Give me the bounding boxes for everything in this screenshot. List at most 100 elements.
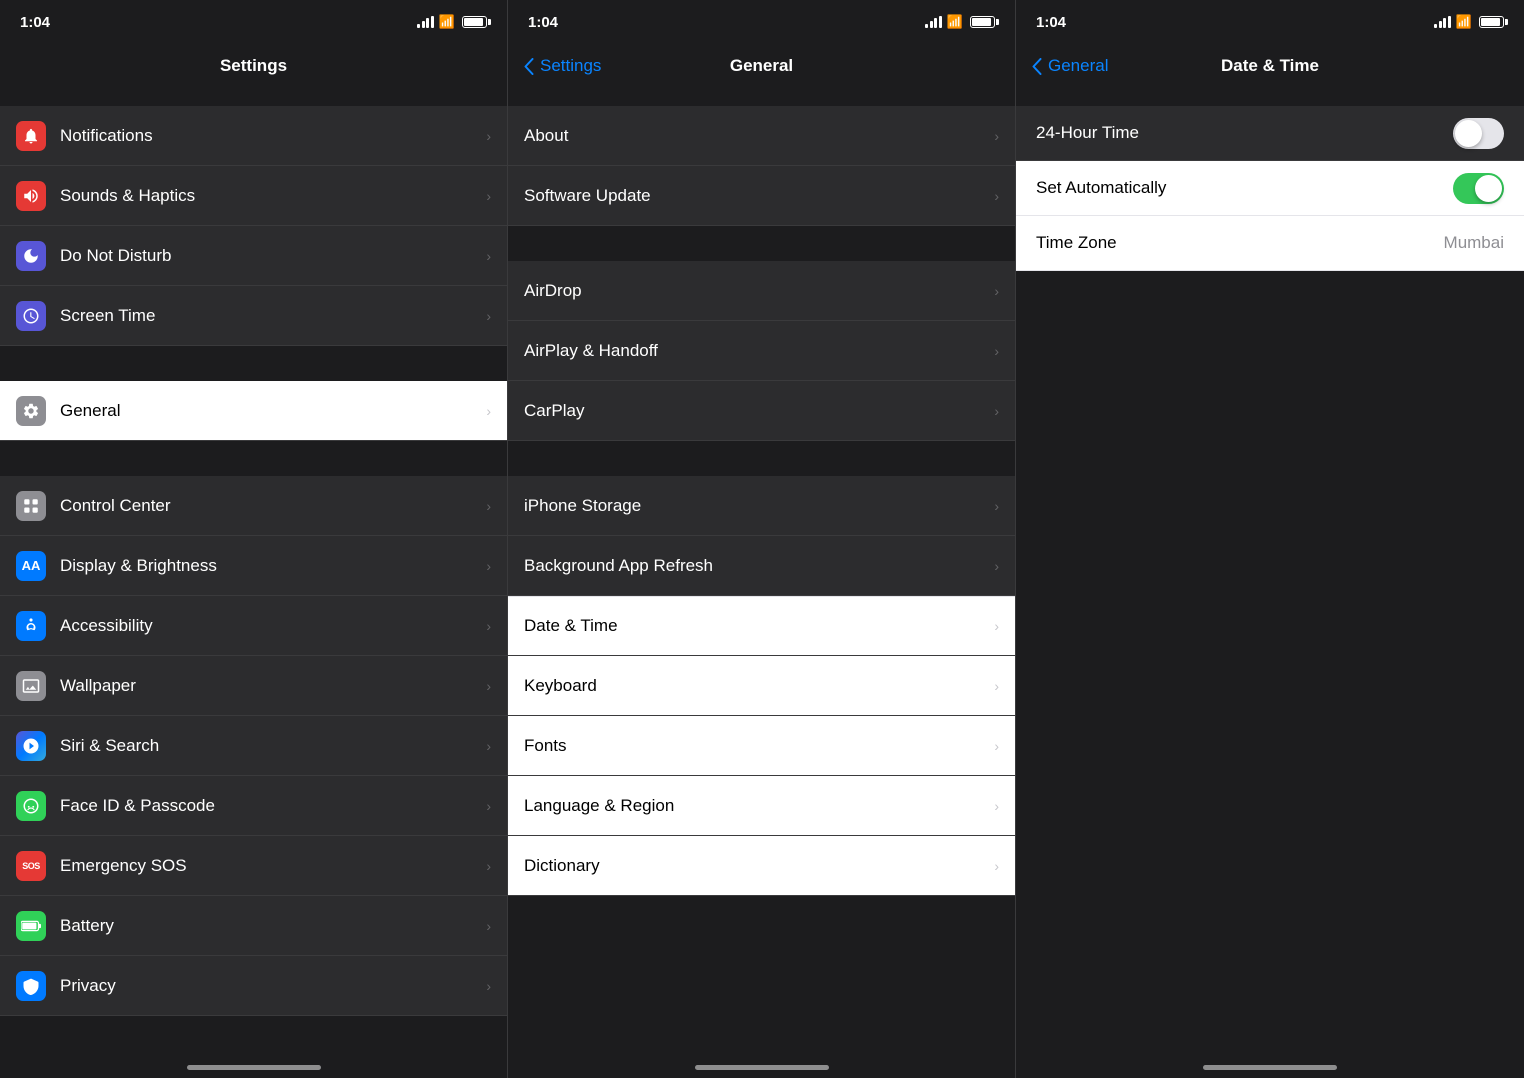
row-language[interactable]: Language & Region › [508,776,1015,836]
home-indicator-3 [1016,1044,1524,1078]
toggle-knob-setautomatically [1475,175,1502,202]
section-group-1: Notifications › Sounds & Haptics › Do No… [0,106,507,346]
row-wallpaper[interactable]: Wallpaper › [0,656,507,716]
screentime-icon [16,301,46,331]
chevron-fonts: › [994,738,999,754]
row-dictionary[interactable]: Dictionary › [508,836,1015,896]
row-label-siri: Siri & Search [60,736,486,756]
gen-section-2: AirDrop › AirPlay & Handoff › CarPlay › [508,261,1015,441]
row-privacy[interactable]: Privacy › [0,956,507,1016]
row-keyboard[interactable]: Keyboard › [508,656,1015,716]
status-icons-1: 📶 [417,14,487,30]
panel-settings: 1:04 📶 Settings Notificati [0,0,508,1078]
row-label-sounds: Sounds & Haptics [60,186,486,206]
row-notifications[interactable]: Notifications › [0,106,507,166]
chevron-privacy: › [486,978,491,994]
general-list: About › Software Update › AirDrop › AirP… [508,88,1015,1044]
row-battery[interactable]: Battery › [0,896,507,956]
row-datetime[interactable]: Date & Time › [508,596,1015,656]
row-airdrop[interactable]: AirDrop › [508,261,1015,321]
row-controlcenter[interactable]: Control Center › [0,476,507,536]
row-iphonestorage[interactable]: iPhone Storage › [508,476,1015,536]
notifications-icon [16,121,46,151]
row-timezone[interactable]: Time Zone Mumbai [1016,216,1524,271]
chevron-sounds: › [486,188,491,204]
row-about[interactable]: About › [508,106,1015,166]
battery-icon-1 [462,16,487,28]
wifi-icon-2: 📶 [947,14,963,30]
status-icons-3: 📶 [1434,14,1504,30]
row-emergencysos[interactable]: SOS Emergency SOS › [0,836,507,896]
row-setautomatically: Set Automatically [1016,161,1524,216]
row-label-wallpaper: Wallpaper [60,676,486,696]
chevron-siri: › [486,738,491,754]
wifi-icon-1: 📶 [439,14,455,30]
row-siri[interactable]: Siri & Search › [0,716,507,776]
nav-title-general: General [730,56,793,76]
row-label-airdrop: AirDrop [524,281,994,301]
row-label-notifications: Notifications [60,126,486,146]
value-timezone: Mumbai [1444,233,1504,253]
separator-2 [0,441,507,476]
back-button-general[interactable]: Settings [524,56,601,76]
row-label-softwareupdate: Software Update [524,186,994,206]
separator-top [0,88,507,106]
privacy-icon [16,971,46,1001]
row-label-language: Language & Region [524,796,994,816]
gen-section-3: iPhone Storage › Background App Refresh … [508,476,1015,596]
datetime-white-section: Set Automatically Time Zone Mumbai [1016,161,1524,271]
row-fonts[interactable]: Fonts › [508,716,1015,776]
chevron-battery: › [486,918,491,934]
row-24hourtime: 24-Hour Time [1016,106,1524,161]
row-label-keyboard: Keyboard [524,676,994,696]
battery-icon-2 [970,16,995,28]
status-bar-3: 1:04 📶 [1016,0,1524,44]
row-faceid[interactable]: Face ID & Passcode › [0,776,507,836]
chevron-datetime: › [994,618,999,634]
toggle-setautomatically[interactable] [1453,173,1504,204]
sep-dt-top [1016,88,1524,106]
row-general[interactable]: General › [0,381,507,441]
nav-bar-general: Settings General [508,44,1015,88]
row-label-iphonestorage: iPhone Storage [524,496,994,516]
row-airplay[interactable]: AirPlay & Handoff › [508,321,1015,381]
battery-icon-3 [1479,16,1504,28]
faceid-icon [16,791,46,821]
chevron-emergencysos: › [486,858,491,874]
row-softwareupdate[interactable]: Software Update › [508,166,1015,226]
back-button-datetime[interactable]: General [1032,56,1108,76]
nav-bar-settings: Settings [0,44,507,88]
row-label-airplay: AirPlay & Handoff [524,341,994,361]
row-label-backgroundapp: Background App Refresh [524,556,994,576]
row-backgroundapp[interactable]: Background App Refresh › [508,536,1015,596]
battery-row-icon [16,911,46,941]
home-indicator-2 [508,1044,1015,1078]
chevron-iphonestorage: › [994,498,999,514]
gen-section-1: About › Software Update › [508,106,1015,226]
toggle-24hourtime[interactable] [1453,118,1504,149]
chevron-notifications: › [486,128,491,144]
row-carplay[interactable]: CarPlay › [508,381,1015,441]
row-sounds[interactable]: Sounds & Haptics › [0,166,507,226]
nav-title-settings: Settings [220,56,287,76]
row-label-screentime: Screen Time [60,306,486,326]
row-donotdisturb[interactable]: Do Not Disturb › [0,226,507,286]
signal-icon-2 [925,16,942,28]
row-accessibility[interactable]: Accessibility › [0,596,507,656]
siri-icon [16,731,46,761]
chevron-carplay: › [994,403,999,419]
row-display[interactable]: AA Display & Brightness › [0,536,507,596]
accessibility-icon [16,611,46,641]
home-bar-1 [187,1065,321,1070]
row-screentime[interactable]: Screen Time › [0,286,507,346]
nav-bar-datetime: General Date & Time [1016,44,1524,88]
row-label-about: About [524,126,994,146]
chevron-faceid: › [486,798,491,814]
status-time-1: 1:04 [20,14,50,31]
label-timezone: Time Zone [1036,233,1117,253]
sep-gen-top [508,88,1015,106]
status-time-2: 1:04 [528,14,558,31]
gen-section-4: Date & Time › Keyboard › Fonts › Languag… [508,596,1015,896]
chevron-language: › [994,798,999,814]
status-time-3: 1:04 [1036,14,1066,31]
